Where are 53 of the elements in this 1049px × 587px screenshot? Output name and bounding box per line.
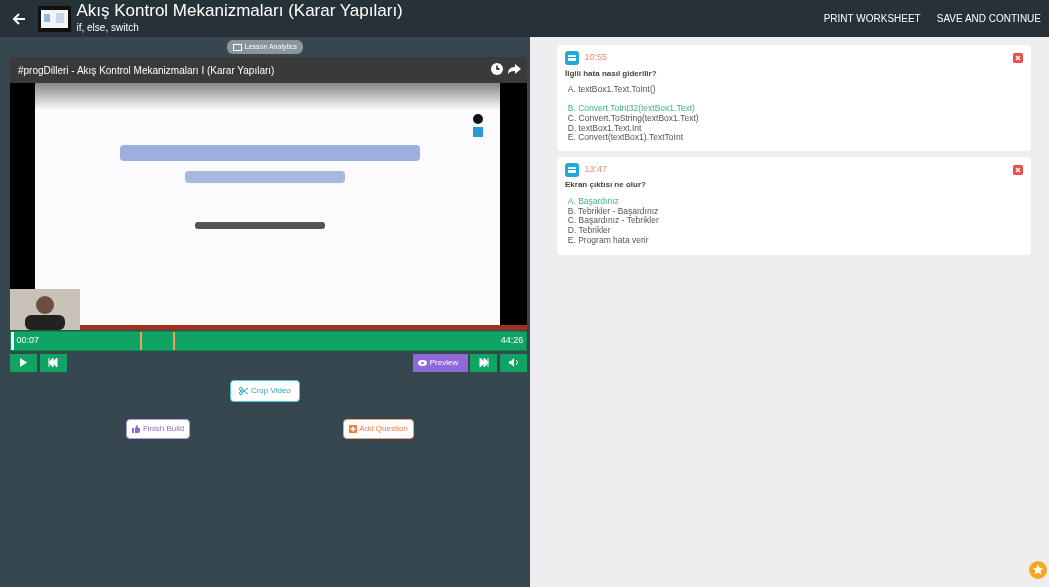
clock-icon[interactable] (490, 63, 503, 75)
question-icon (565, 51, 579, 65)
skip-forward-icon (478, 357, 490, 369)
add-question-button[interactable]: Add Question (342, 418, 414, 439)
back-button[interactable] (11, 10, 27, 27)
skip-back-icon (47, 357, 59, 369)
lesson-thumbnail (38, 5, 71, 32)
question-icon (565, 162, 579, 177)
answer-option: B. Convert.ToInt32(textBox1.Text) (567, 104, 695, 114)
answer-option: E. Convert(textBox1).TextToInt (567, 133, 684, 144)
volume-icon (508, 357, 519, 369)
answer-option: C. Başardınız - Tebrikler (567, 216, 659, 227)
close-icon (1013, 164, 1023, 175)
total-time: 44:26 (500, 334, 524, 348)
star-badge-icon[interactable] (1029, 561, 1047, 579)
answer-option: D. textBox1.Text.Int (567, 123, 642, 134)
finish-build-button[interactable]: Finish Build (126, 418, 191, 439)
question-marker[interactable] (173, 332, 176, 350)
close-icon (1013, 53, 1023, 63)
plus-square-icon (348, 424, 357, 433)
answer-option: A. Başardınız (567, 196, 619, 207)
question-time: 13:47 (584, 162, 608, 176)
lesson-title: Akış Kontrol Mekanizmaları (Karar Yapıları) (76, 1, 403, 21)
timeline-track[interactable]: 00:07 44:26 (10, 331, 527, 351)
close-button[interactable] (1013, 164, 1023, 175)
close-button[interactable] (1013, 53, 1023, 63)
crop-video-button[interactable]: Crop Video (230, 379, 300, 402)
question-text: İlgili hata nasıl giderilir? (565, 67, 658, 80)
answer-option: B. Tebrikler - Başardınız (567, 206, 659, 217)
back-arrow-icon (12, 11, 26, 26)
analytics-icon (233, 43, 243, 51)
share-icon[interactable] (508, 63, 521, 75)
question-marker[interactable] (139, 332, 142, 350)
previous-button[interactable] (39, 353, 67, 372)
question-text: Ekran çıktısı ne olur? (565, 179, 647, 192)
eye-icon (418, 359, 427, 366)
header-action-button[interactable]: SAVE AND CONTINUE (928, 11, 1049, 26)
answer-option: C. Convert.ToString(textBox1.Text) (567, 113, 699, 124)
current-time: 00:07 (16, 334, 40, 348)
answer-option: D. Tebrikler (567, 226, 611, 236)
answer-option: A. textBox1.Text.ToInt() (567, 85, 656, 95)
question-time: 10:55 (584, 51, 608, 65)
volume-button[interactable] (500, 353, 527, 372)
play-button[interactable] (10, 353, 37, 372)
next-button[interactable] (470, 353, 498, 372)
answer-option: E. Program hata verir (567, 235, 649, 246)
header-action-button[interactable]: PRINT WORKSHEET (815, 11, 929, 26)
video-title: #progDilleri - Akış Kontrol Mekanizmaları I (Karar Yapıları) (18, 64, 275, 78)
play-icon (18, 357, 29, 369)
thumbs-up-icon (132, 424, 141, 433)
lesson-subtitle: if, else, switch (76, 21, 140, 36)
preview-button[interactable]: Preview (412, 353, 468, 372)
scissors-icon (239, 386, 249, 395)
